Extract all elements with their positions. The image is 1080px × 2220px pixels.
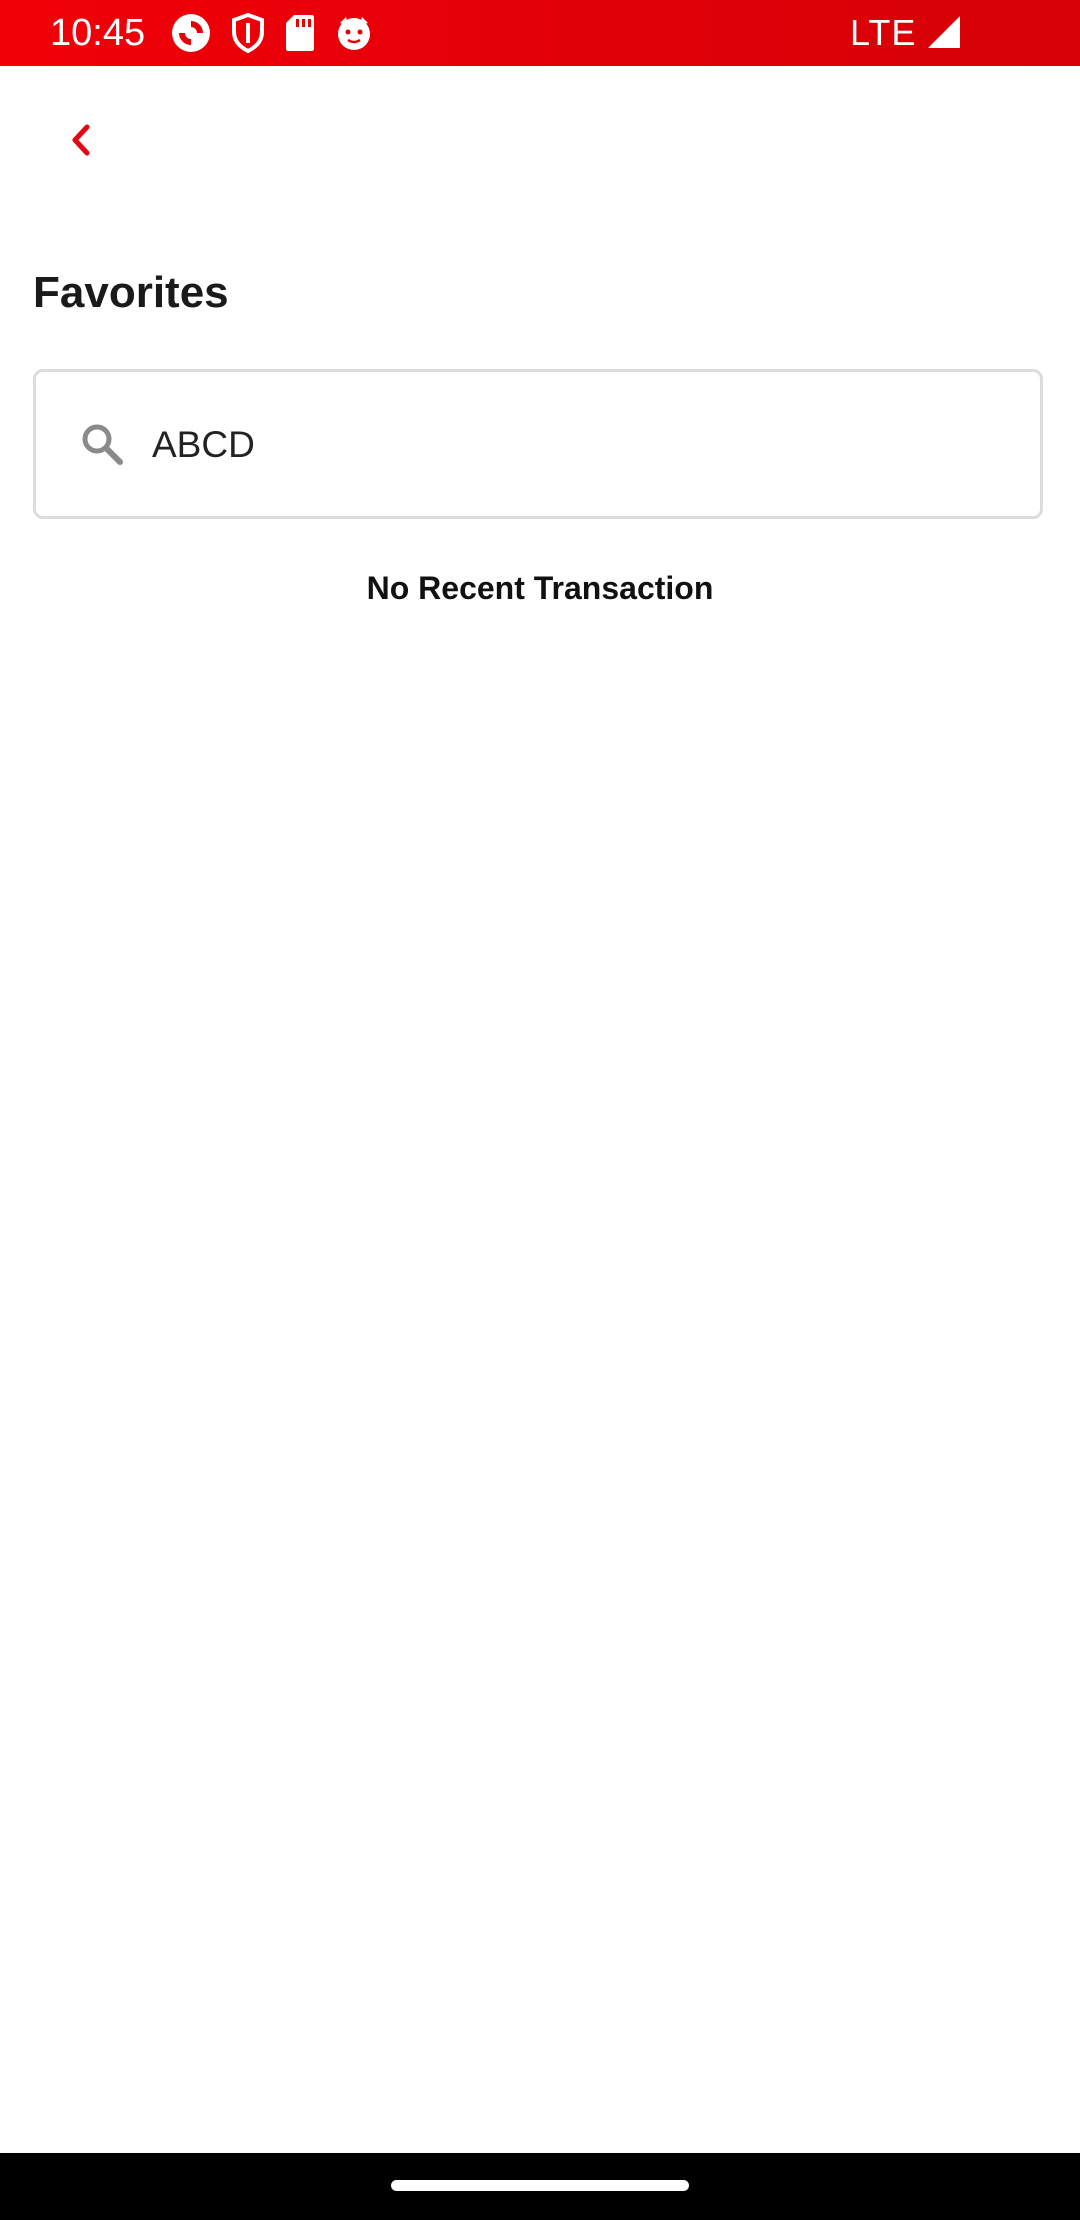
shield-icon	[230, 12, 266, 54]
status-time: 10:45	[50, 12, 146, 54]
search-field[interactable]	[33, 369, 1043, 519]
screen: 10:45 LTE Favorites ABCD No Recent Trans…	[0, 0, 1080, 2220]
back-button[interactable]	[46, 108, 114, 176]
home-indicator[interactable]	[391, 2180, 689, 2191]
cat-face-icon	[334, 13, 374, 53]
signal-icon	[926, 14, 962, 55]
network-type-label: LTE	[850, 12, 917, 53]
status-bar: 10:45 LTE	[0, 0, 1080, 66]
status-notification-icons	[170, 12, 374, 54]
search-icon	[80, 422, 124, 471]
chevron-left-icon	[65, 122, 95, 163]
empty-state-message: No Recent Transaction	[366, 570, 714, 606]
app-sync-icon	[170, 12, 212, 54]
sd-card-icon	[284, 13, 316, 53]
search-input[interactable]	[152, 412, 1012, 478]
page-title: Favorites	[33, 268, 229, 317]
